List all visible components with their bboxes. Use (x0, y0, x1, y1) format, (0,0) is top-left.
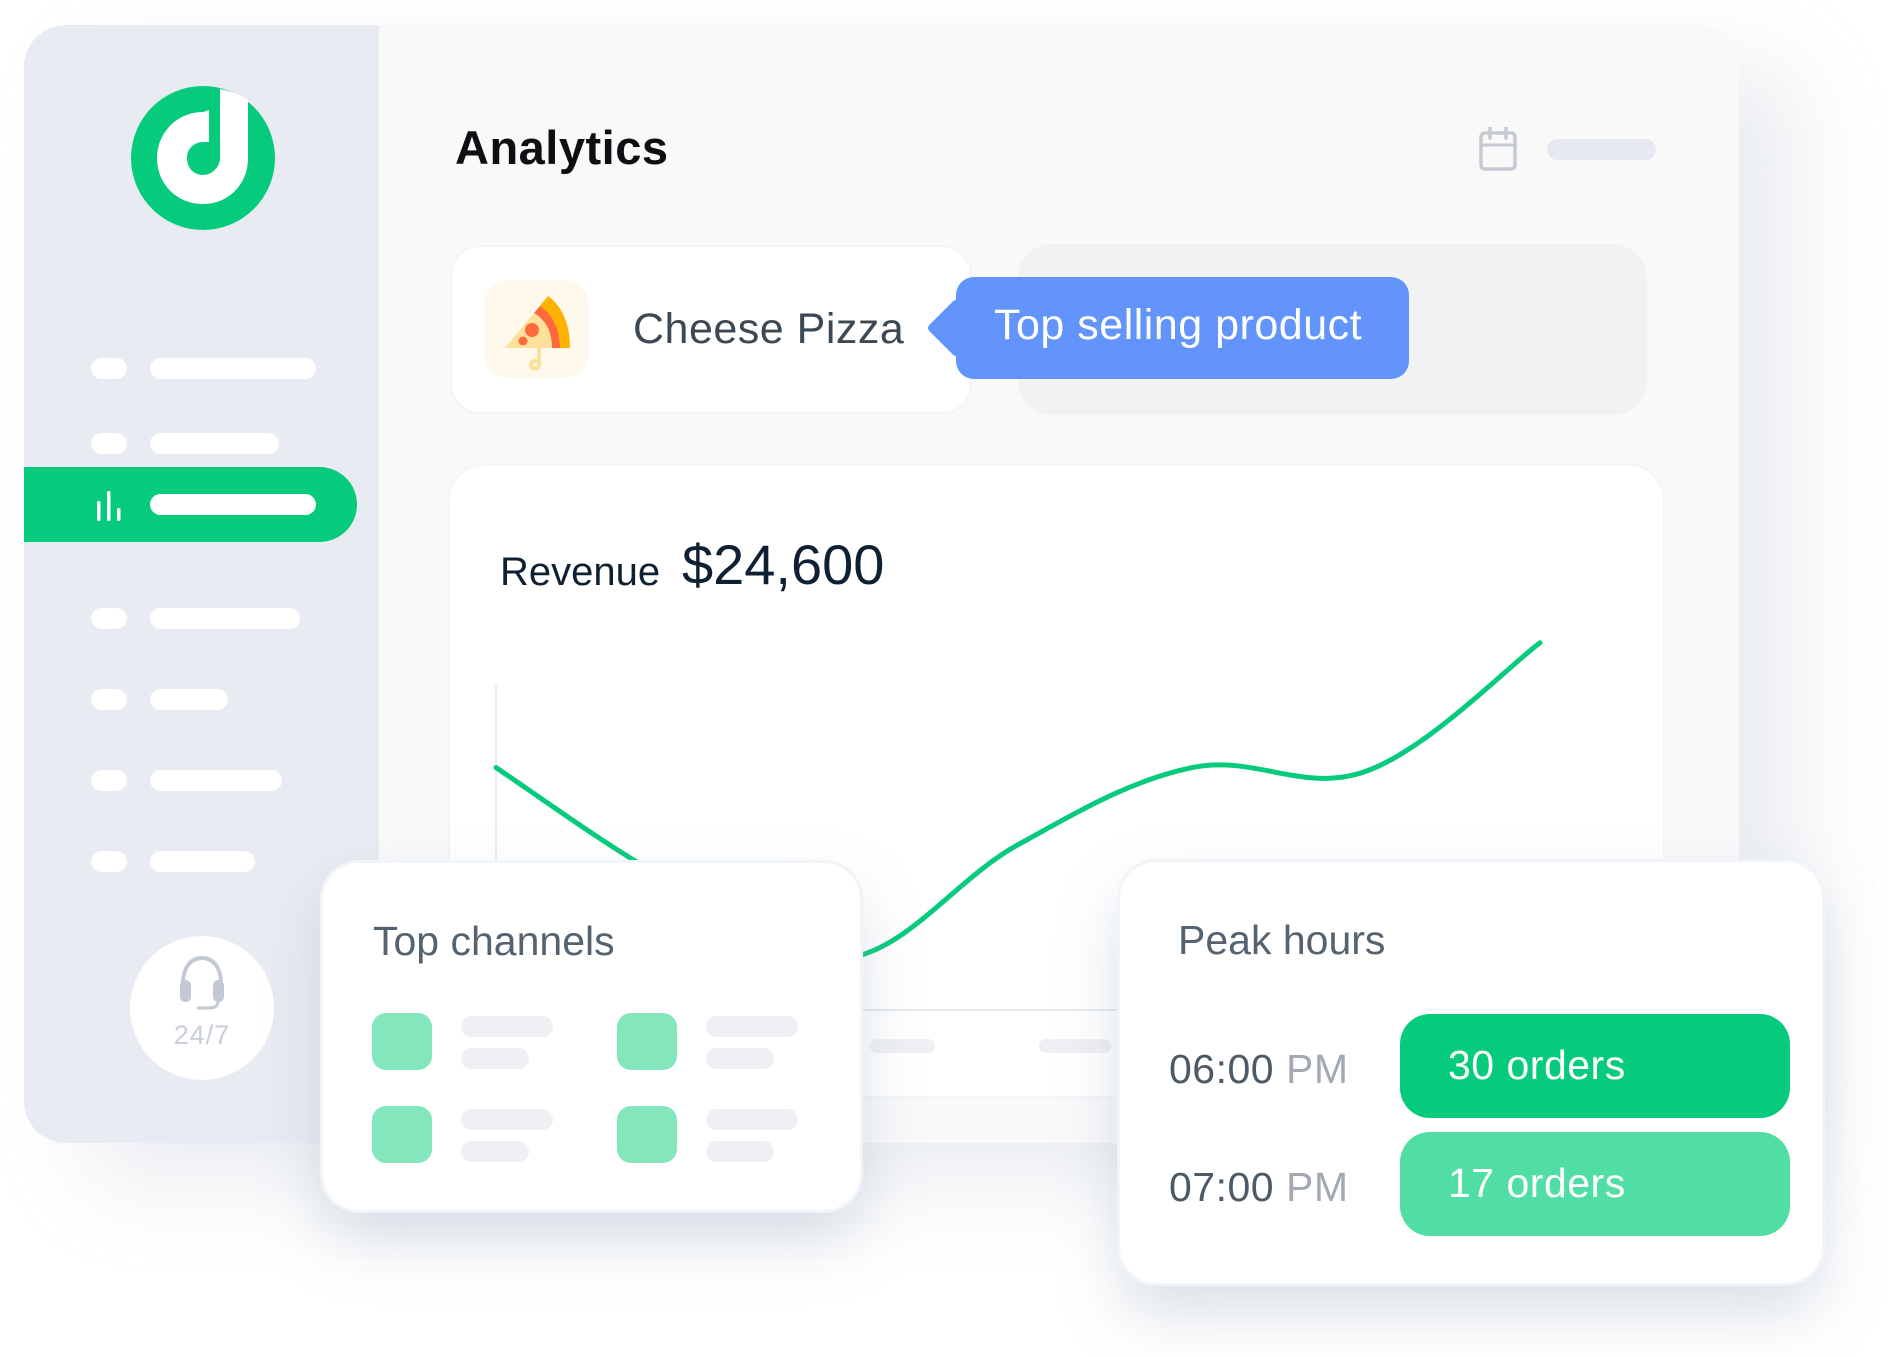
channel-icon (372, 1106, 432, 1163)
sidebar-item-7[interactable] (24, 824, 357, 899)
peak-time-value: 07:00 (1169, 1164, 1275, 1210)
orders-badge: 30 orders (1400, 1014, 1790, 1118)
placeholder-icon (91, 358, 127, 379)
logo-icon[interactable] (131, 86, 275, 230)
channel-name-placeholder (706, 1016, 798, 1037)
peak-hours-card[interactable]: Peak hours 06:00 PM 30 orders 07:00 PM 1… (1120, 862, 1822, 1283)
support-button[interactable]: 24/7 (130, 936, 274, 1080)
channel-name-placeholder (706, 1109, 798, 1130)
sidebar-item-1[interactable] (24, 331, 357, 406)
channel-name-placeholder (461, 1016, 553, 1037)
placeholder-icon (91, 851, 127, 872)
pizza-icon (484, 280, 589, 378)
headset-icon (180, 955, 224, 1010)
orders-count: 30 orders (1448, 1042, 1626, 1088)
sidebar-item-label (150, 770, 282, 791)
channel-icon (372, 1013, 432, 1070)
date-range-selector[interactable] (1547, 139, 1656, 160)
orders-count: 17 orders (1448, 1160, 1626, 1206)
top-product-card[interactable]: Cheese Pizza (452, 247, 970, 412)
x-tick-label-placeholder (1039, 1039, 1111, 1053)
channel-value-placeholder (706, 1141, 774, 1162)
sidebar-item-6[interactable] (24, 743, 357, 818)
peak-time: 06:00 PM (1169, 1046, 1349, 1093)
placeholder-icon (91, 608, 127, 629)
support-label: 24/7 (173, 1020, 231, 1050)
placeholder-icon (91, 689, 127, 710)
channel-icon (617, 1106, 677, 1163)
orders-badge: 17 orders (1400, 1132, 1790, 1236)
channel-value-placeholder (461, 1141, 529, 1162)
page-title: Analytics (455, 121, 669, 174)
x-tick-label-placeholder (870, 1039, 935, 1053)
top-channels-title: Top channels (373, 918, 615, 964)
channel-value-placeholder (461, 1048, 529, 1069)
peak-hours-title: Peak hours (1178, 917, 1386, 963)
sidebar-item-label (150, 494, 316, 515)
tooltip-text: Top selling product (994, 301, 1363, 349)
top-selling-tooltip: Top selling product (926, 277, 1409, 379)
sidebar-item-label (150, 608, 300, 629)
channel-icon (617, 1013, 677, 1070)
channel-name-placeholder (461, 1109, 553, 1130)
peak-time: 07:00 PM (1169, 1164, 1349, 1211)
sidebar-item-label (150, 358, 316, 379)
sidebar-item-label (150, 433, 279, 454)
product-name: Cheese Pizza (633, 305, 905, 353)
sidebar-item-label (150, 851, 255, 872)
sidebar-item-5[interactable] (24, 662, 357, 737)
placeholder-icon (91, 770, 127, 791)
peak-time-period: PM (1286, 1164, 1349, 1210)
channel-value-placeholder (706, 1048, 774, 1069)
bar-chart-icon (97, 491, 121, 521)
top-channels-card[interactable]: Top channels (323, 863, 860, 1210)
peak-time-value: 06:00 (1169, 1046, 1275, 1092)
sidebar-item-4[interactable] (24, 581, 357, 656)
peak-time-period: PM (1286, 1046, 1349, 1092)
sidebar-item-analytics[interactable] (24, 467, 357, 542)
sidebar-item-label (150, 689, 228, 710)
calendar-icon[interactable] (1478, 127, 1518, 171)
placeholder-icon (91, 433, 127, 454)
